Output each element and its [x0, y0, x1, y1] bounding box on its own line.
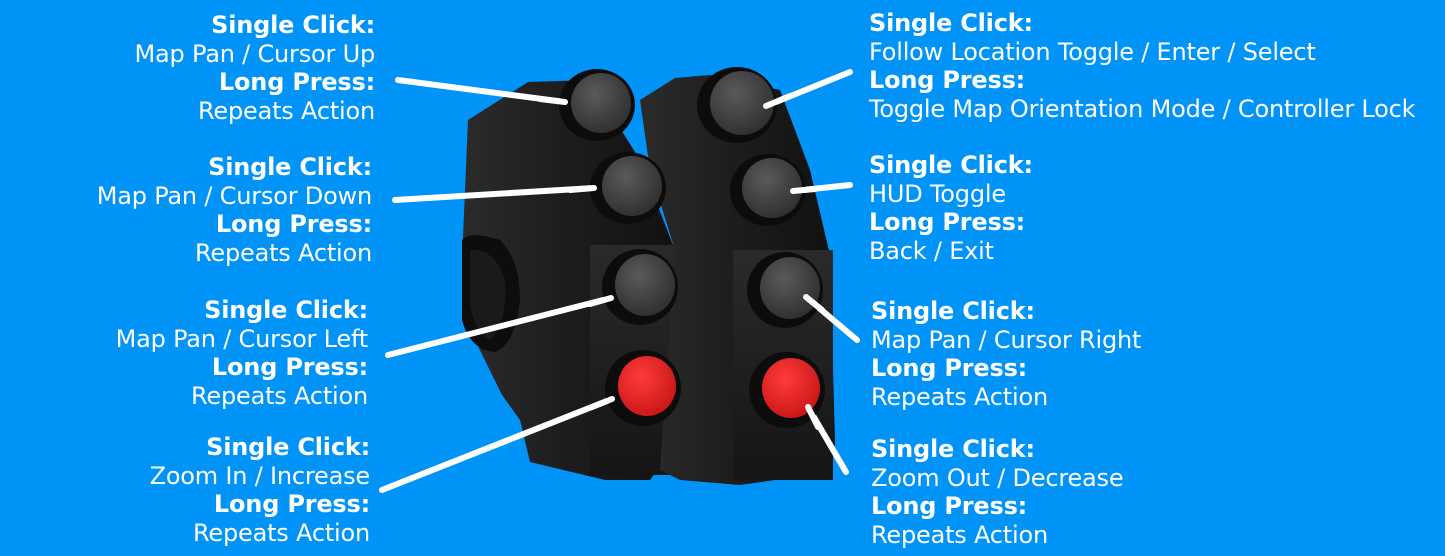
long-press-action: Repeats Action: [198, 97, 375, 126]
button-left-3[interactable]: [602, 249, 678, 325]
button-right-3[interactable]: [747, 252, 823, 328]
label-left-2: Single Click: Map Pan / Cursor Down Long…: [97, 153, 372, 268]
label-right-2: Single Click: HUD Toggle Long Press: Bac…: [869, 151, 1033, 266]
single-click-action: Map Pan / Cursor Right: [871, 325, 1142, 354]
long-press-heading: Long Press:: [871, 354, 1028, 383]
single-click-heading: Single Click:: [208, 153, 372, 181]
single-click-heading: Single Click:: [871, 297, 1035, 325]
long-press-heading: Long Press:: [869, 208, 1026, 237]
label-left-1: Single Click: Map Pan / Cursor Up Long P…: [134, 11, 376, 126]
single-click-heading: Single Click:: [206, 433, 370, 461]
button-left-2[interactable]: [590, 152, 666, 224]
single-click-action: Zoom Out / Decrease: [871, 463, 1124, 492]
long-press-action: Repeats Action: [871, 383, 1048, 412]
single-click-action: Follow Location Toggle / Enter / Select: [869, 37, 1316, 66]
label-left-4: Single Click: Zoom In / Increase Long Pr…: [149, 433, 371, 548]
single-click-heading: Single Click:: [869, 151, 1033, 179]
single-click-action: Zoom In / Increase: [149, 461, 371, 490]
label-right-4: Single Click: Zoom Out / Decrease Long P…: [871, 435, 1124, 550]
label-right-1: Single Click: Follow Location Toggle / E…: [869, 9, 1416, 124]
button-left-1[interactable]: [559, 69, 635, 141]
long-press-heading: Long Press:: [218, 68, 375, 97]
single-click-action: Map Pan / Cursor Left: [115, 324, 369, 353]
single-click-heading: Single Click:: [869, 9, 1033, 37]
label-right-3: Single Click: Map Pan / Cursor Right Lon…: [871, 297, 1141, 412]
single-click-action: HUD Toggle: [869, 179, 1006, 208]
long-press-action: Repeats Action: [871, 521, 1048, 550]
long-press-action: Back / Exit: [869, 237, 994, 266]
button-left-4[interactable]: [605, 350, 681, 426]
single-click-action: Map Pan / Cursor Up: [134, 39, 376, 68]
single-click-heading: Single Click:: [871, 435, 1035, 463]
long-press-action: Repeats Action: [195, 239, 372, 268]
label-left-3: Single Click: Map Pan / Cursor Left Long…: [115, 296, 369, 411]
single-click-heading: Single Click:: [211, 11, 375, 39]
long-press-heading: Long Press:: [213, 490, 370, 519]
long-press-heading: Long Press:: [215, 210, 372, 239]
long-press-heading: Long Press:: [211, 353, 368, 382]
long-press-action: Repeats Action: [193, 519, 370, 548]
single-click-heading: Single Click:: [204, 296, 368, 324]
long-press-heading: Long Press:: [871, 492, 1028, 521]
long-press-heading: Long Press:: [869, 66, 1026, 95]
long-press-action: Toggle Map Orientation Mode / Controller…: [869, 95, 1416, 124]
long-press-action: Repeats Action: [191, 382, 368, 411]
single-click-action: Map Pan / Cursor Down: [96, 181, 372, 210]
